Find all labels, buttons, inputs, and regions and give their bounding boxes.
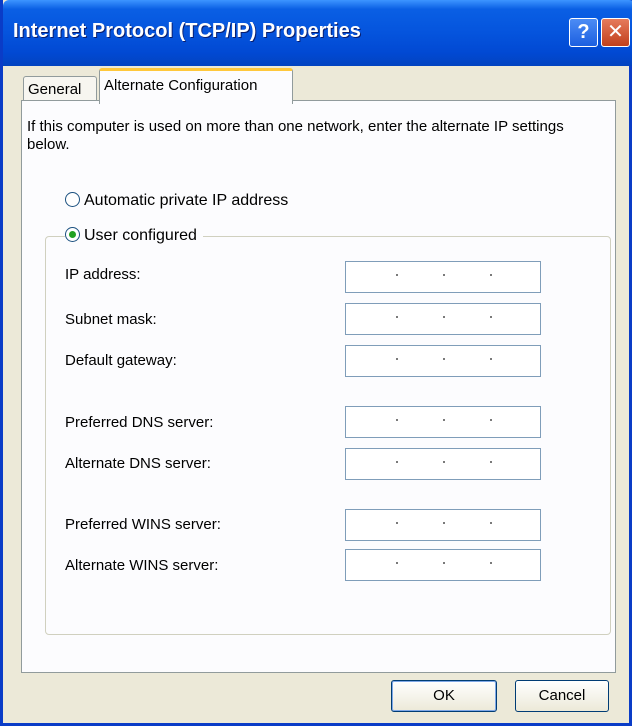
tab-general[interactable]: General (23, 76, 97, 102)
description-text: If this computer is used on more than on… (27, 118, 564, 153)
radio-automatic-icon[interactable] (65, 192, 80, 207)
default-gateway-label: Default gateway: (65, 352, 177, 369)
tab-alternate-configuration[interactable]: Alternate Configuration (99, 68, 293, 104)
default-gateway-field[interactable] (345, 345, 541, 377)
cancel-button[interactable]: Cancel (515, 680, 609, 712)
window-title: Internet Protocol (TCP/IP) Properties (13, 20, 361, 42)
subnet-mask-label: Subnet mask: (65, 311, 157, 328)
automatic-ip-option[interactable]: Automatic private IP address (65, 192, 288, 210)
preferred-wins-label: Preferred WINS server: (65, 516, 221, 533)
user-configured-label: User configured (84, 227, 197, 244)
preferred-dns-field[interactable] (345, 406, 541, 438)
ip-address-field[interactable] (345, 261, 541, 293)
user-configured-option[interactable]: User configured (65, 227, 203, 245)
title-bar[interactable]: Internet Protocol (TCP/IP) Properties ? … (3, 0, 632, 66)
alternate-dns-field[interactable] (345, 448, 541, 480)
preferred-dns-label: Preferred DNS server: (65, 414, 214, 431)
close-button[interactable]: ✕ (601, 18, 630, 47)
automatic-ip-label: Automatic private IP address (84, 192, 289, 209)
ok-button[interactable]: OK (391, 680, 497, 712)
ip-address-label: IP address: (65, 266, 141, 283)
alternate-wins-label: Alternate WINS server: (65, 557, 219, 574)
subnet-mask-field[interactable] (345, 303, 541, 335)
dialog-window: Internet Protocol (TCP/IP) Properties ? … (0, 0, 632, 726)
help-button[interactable]: ? (569, 18, 598, 47)
radio-user-configured-icon[interactable] (65, 227, 80, 242)
alternate-dns-label: Alternate DNS server: (65, 455, 211, 472)
alternate-wins-field[interactable] (345, 549, 541, 581)
preferred-wins-field[interactable] (345, 509, 541, 541)
